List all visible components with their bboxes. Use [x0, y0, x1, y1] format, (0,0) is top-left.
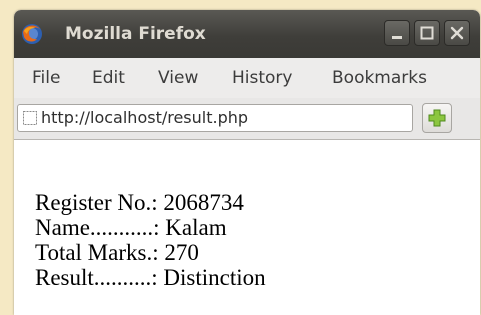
minimize-icon — [392, 36, 402, 39]
maximize-button[interactable] — [414, 20, 440, 46]
register-number-text: Register No.: 2068734 — [35, 190, 244, 215]
browser-window: Mozilla Firefox File Edit View History B… — [14, 10, 480, 315]
page-content: Register No.: 2068734 Name...........: K… — [14, 140, 480, 315]
title-bar[interactable]: Mozilla Firefox — [14, 10, 480, 58]
url-bar[interactable]: http://localhost/result.php — [17, 104, 413, 132]
new-tab-button[interactable] — [422, 103, 452, 133]
menu-bar: File Edit View History Bookmarks — [14, 58, 480, 98]
menu-file[interactable]: File — [32, 66, 60, 90]
menu-history[interactable]: History — [232, 66, 292, 90]
name-text: Name...........: Kalam — [35, 215, 227, 240]
menu-edit[interactable]: Edit — [92, 66, 125, 90]
menu-bookmarks[interactable]: Bookmarks — [332, 66, 427, 90]
url-text[interactable]: http://localhost/result.php — [41, 107, 248, 129]
close-icon — [450, 26, 464, 40]
page-icon — [23, 111, 37, 125]
navigation-toolbar: http://localhost/result.php — [14, 98, 480, 140]
window-title: Mozilla Firefox — [65, 24, 206, 44]
menu-view[interactable]: View — [158, 66, 198, 90]
minimize-button[interactable] — [384, 20, 410, 46]
total-marks-text: Total Marks.: 270 — [35, 240, 199, 265]
maximize-icon — [420, 26, 434, 40]
close-button[interactable] — [444, 20, 470, 46]
firefox-logo-icon — [22, 24, 42, 44]
plus-icon — [428, 109, 446, 127]
result-text: Result..........: Distinction — [35, 265, 266, 290]
